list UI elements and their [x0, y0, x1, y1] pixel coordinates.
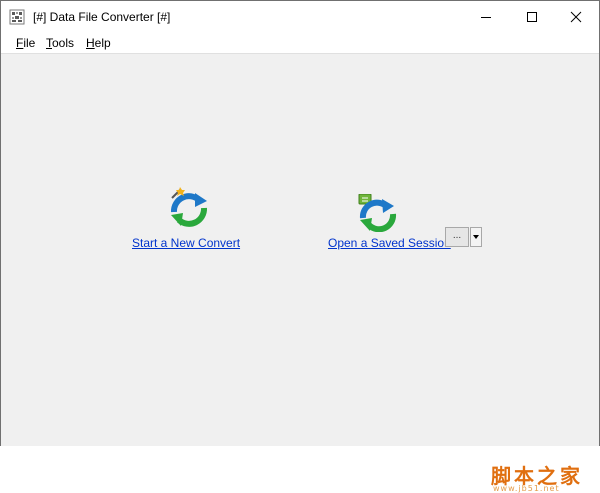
window-title: [#] Data File Converter [#] — [33, 10, 171, 24]
menu-tools[interactable]: Tools — [45, 36, 75, 50]
main-panel: Start a New Convert Open a Saved Session… — [1, 53, 599, 493]
menu-tools-label: ools — [52, 36, 75, 50]
start-new-convert-link[interactable]: Start a New Convert — [132, 236, 240, 250]
watermark-url: www.jb51.net — [493, 484, 560, 493]
maximize-icon — [527, 12, 537, 22]
minimize-button[interactable] — [463, 1, 509, 33]
menu-help-mnemonic: H — [86, 36, 95, 50]
close-button[interactable] — [553, 1, 599, 33]
menu-file-label: ile — [23, 36, 36, 50]
maximize-button[interactable] — [509, 1, 555, 33]
recent-sessions-dropdown[interactable] — [470, 227, 482, 247]
browse-session-button[interactable]: ... — [445, 227, 469, 247]
menu-help[interactable]: Help — [85, 36, 112, 50]
menu-file[interactable]: File — [15, 36, 36, 50]
title-bar[interactable]: [#] Data File Converter [#] — [1, 1, 599, 33]
app-window: [#] Data File Converter [#] File Tools H… — [0, 0, 600, 493]
open-session-icon[interactable] — [357, 194, 401, 232]
open-saved-session-link[interactable]: Open a Saved Session — [328, 236, 451, 250]
new-convert-icon[interactable] — [166, 186, 214, 230]
menu-bar: File Tools Help — [1, 33, 599, 53]
minimize-icon — [481, 17, 491, 18]
menu-help-label: elp — [94, 36, 111, 50]
close-icon — [570, 11, 582, 23]
app-grid-icon — [9, 9, 25, 25]
